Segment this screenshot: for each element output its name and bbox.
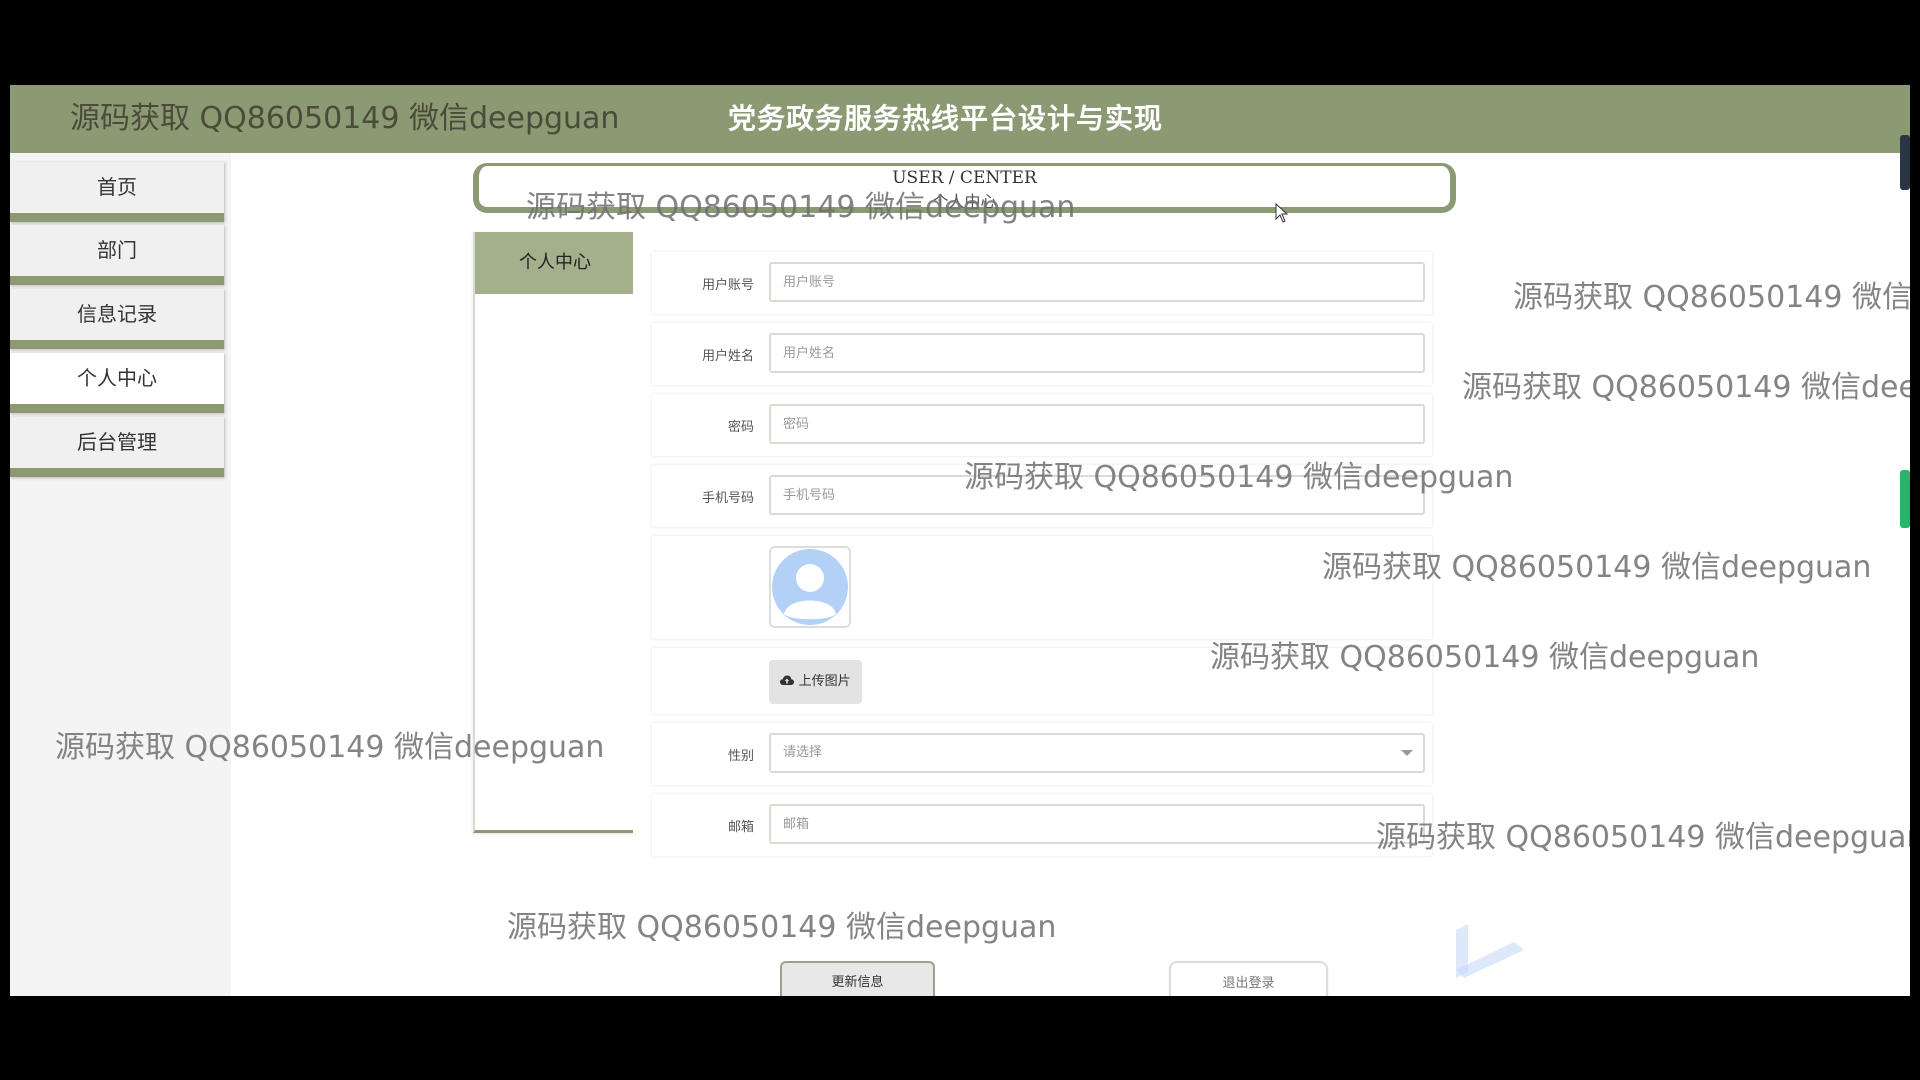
form-row-avatar <box>652 536 1432 639</box>
app-window: 党务政务服务热线平台设计与实现 首页 部门 信息记录 个人中心 后台管理 USE… <box>10 85 1910 996</box>
password-input[interactable] <box>769 404 1425 444</box>
form-row-upload: 上传图片 <box>652 648 1432 714</box>
email-label: 邮箱 <box>727 820 754 835</box>
form-row-gender: 性别 请选择 <box>652 723 1432 785</box>
form-row-account: 用户账号 <box>652 252 1432 314</box>
name-input[interactable] <box>769 333 1425 373</box>
account-input[interactable] <box>769 262 1425 302</box>
tab-panel: 个人中心 <box>473 232 635 833</box>
banner-title-en: USER / CENTER <box>892 168 1037 188</box>
phone-label: 手机号码 <box>701 491 754 506</box>
mouse-cursor-icon <box>1275 202 1289 227</box>
form-row-name: 用户姓名 <box>652 323 1432 385</box>
update-info-button[interactable]: 更新信息 <box>780 961 935 996</box>
logout-button[interactable]: 退出登录 <box>1169 961 1328 996</box>
user-avatar-icon[interactable] <box>769 546 851 628</box>
gender-select[interactable]: 请选择 <box>769 733 1425 773</box>
upload-image-button[interactable]: 上传图片 <box>769 660 862 704</box>
watermark-text: 源码获取 QQ86050149 微信deepguan <box>1462 370 1910 405</box>
form-row-password: 密码 <box>652 394 1432 456</box>
edge-indicator <box>1900 135 1910 190</box>
name-label: 用户姓名 <box>701 349 754 364</box>
decorative-shape <box>1454 920 1526 984</box>
sidebar-item-department[interactable]: 部门 <box>10 225 224 285</box>
profile-form: 用户账号 用户姓名 密码 手机号码 <box>633 232 1463 996</box>
upload-image-label: 上传图片 <box>798 674 851 689</box>
sidebar-item-personal-center[interactable]: 个人中心 <box>10 353 224 413</box>
chevron-down-icon <box>1401 750 1413 756</box>
form-row-phone: 手机号码 <box>652 465 1432 527</box>
email-input[interactable] <box>769 804 1425 844</box>
account-label: 用户账号 <box>701 278 754 293</box>
sidebar-item-admin[interactable]: 后台管理 <box>10 417 224 477</box>
site-title: 党务政务服务热线平台设计与实现 <box>728 102 1164 135</box>
banner-title-cn: 个人中心 <box>932 192 997 211</box>
sidebar-item-info-records[interactable]: 信息记录 <box>10 289 224 349</box>
user-center-banner: USER / CENTER 个人中心 <box>473 163 1456 213</box>
watermark-text: 源码获取 QQ86050149 微信deepguan <box>1513 280 1910 315</box>
gender-label: 性别 <box>727 749 754 764</box>
edge-indicator <box>1900 470 1910 528</box>
cloud-upload-icon <box>780 675 795 685</box>
tab-personal-center[interactable]: 个人中心 <box>475 232 635 294</box>
gender-select-value: 请选择 <box>783 745 823 760</box>
password-label: 密码 <box>727 420 754 435</box>
sidebar-item-home[interactable]: 首页 <box>10 162 224 222</box>
form-row-email: 邮箱 <box>652 794 1432 856</box>
phone-input[interactable] <box>769 475 1425 515</box>
sidebar: 首页 部门 信息记录 个人中心 后台管理 <box>10 153 231 996</box>
header-bar: 党务政务服务热线平台设计与实现 <box>10 85 1910 153</box>
